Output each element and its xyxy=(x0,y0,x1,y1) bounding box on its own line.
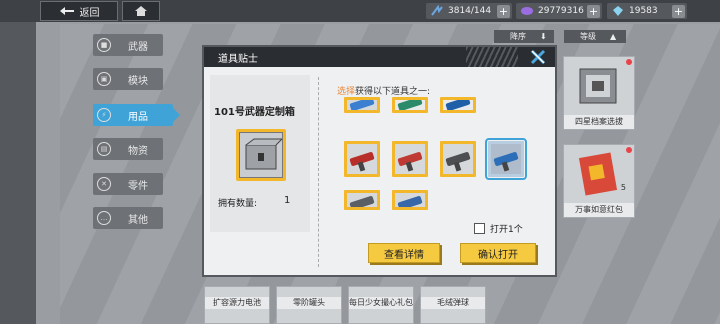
view-details-button[interactable]: 查看详情 xyxy=(368,243,440,263)
weapon-option-selected[interactable] xyxy=(485,138,527,180)
gun-icon xyxy=(397,195,423,207)
divider xyxy=(318,77,319,267)
other-icon: … xyxy=(97,211,111,225)
close-button[interactable] xyxy=(527,49,549,65)
confirm-open-label: 确认打开 xyxy=(478,249,518,261)
item-card-label: 四星档案选拔 xyxy=(564,115,634,129)
energy-value: 3814/144 xyxy=(448,6,492,16)
weapon-option[interactable] xyxy=(392,190,428,210)
weapon-box-icon xyxy=(236,129,286,181)
gun-grip xyxy=(405,161,414,172)
diamond-value: 19583 xyxy=(629,6,658,16)
instruction-highlight: 选择 xyxy=(337,87,356,97)
item-card-label: 万事如意红包 xyxy=(564,203,634,217)
owned-label: 拥有数量: xyxy=(218,199,258,209)
diamond-icon xyxy=(613,6,623,16)
nav-item-weapon[interactable]: ■ 武器 xyxy=(93,34,163,56)
module-icon: ▣ xyxy=(97,72,111,86)
gun-grip xyxy=(453,161,462,172)
weapon-option[interactable] xyxy=(440,97,476,113)
gun-icon xyxy=(349,195,375,207)
top-bar: 返回 3814/144 + 29779316 + 19583 + xyxy=(0,0,720,22)
home-icon xyxy=(135,6,147,16)
weapon-option[interactable] xyxy=(440,141,476,177)
resource-diamond: 19583 + xyxy=(607,3,687,19)
gem-value: 29779316 xyxy=(538,6,584,16)
item-count: 5 xyxy=(620,183,626,192)
confirm-open-button[interactable]: 确认打开 xyxy=(460,243,536,263)
back-label: 返回 xyxy=(79,7,100,19)
header-hatch xyxy=(466,47,518,67)
item-card-label: 零阶罐头 xyxy=(277,297,341,309)
weapon-option[interactable] xyxy=(344,141,380,177)
view-details-label: 查看详情 xyxy=(384,249,424,261)
package-icon xyxy=(579,68,617,104)
home-button[interactable] xyxy=(122,1,160,21)
nav-item-materials[interactable]: ▤ 物资 xyxy=(93,138,163,160)
supply-icon: ▤ xyxy=(97,142,111,156)
sort-order-button[interactable]: 降序 ⬇ xyxy=(494,30,554,43)
nav-label: 武器 xyxy=(128,41,148,53)
add-diamond-button[interactable]: + xyxy=(672,4,685,18)
open-one-checkbox[interactable] xyxy=(474,223,485,234)
gun-icon xyxy=(349,100,375,110)
add-energy-button[interactable]: + xyxy=(497,4,510,18)
new-badge xyxy=(626,59,632,65)
nav-item-supplies[interactable]: ⚡ 用品 xyxy=(93,104,180,126)
nav-item-other[interactable]: … 其他 xyxy=(93,207,163,229)
grade-icon: ▲ xyxy=(610,32,617,41)
weapon-option[interactable] xyxy=(392,141,428,177)
gun-icon xyxy=(397,100,423,110)
weapon-option[interactable] xyxy=(392,97,428,113)
sort-down-icon: ⬇ xyxy=(540,32,547,41)
energy-icon xyxy=(431,5,443,16)
weapon-icon: ■ xyxy=(97,38,111,52)
gun-icon xyxy=(445,100,471,110)
open-one-label: 打开1个 xyxy=(490,225,523,235)
item-card[interactable]: 毛绒弹球 xyxy=(420,286,486,324)
dialog-header: 道具贴士 xyxy=(204,47,555,67)
left-edge xyxy=(0,0,36,324)
add-gem-button[interactable]: + xyxy=(587,4,600,18)
owned-count: 1 xyxy=(284,195,291,206)
item-tips-dialog: 道具贴士 101号武器定制箱 拥有数量: 1 选择获得以下道具之一: 打开1个 … xyxy=(202,45,557,277)
instruction-text: 选择获得以下道具之一: xyxy=(337,84,430,97)
nav-label: 模块 xyxy=(128,75,148,87)
box-name: 101号武器定制箱 xyxy=(214,107,295,118)
instruction-rest: 获得以下道具之一: xyxy=(355,87,431,97)
item-card-label: 扩容源力电池 xyxy=(205,297,269,309)
nav-item-module[interactable]: ▣ 模块 xyxy=(93,68,163,90)
item-card[interactable]: 每日少女撮心礼包 xyxy=(348,286,414,324)
item-card-label: 毛绒弹球 xyxy=(421,297,485,309)
parts-icon: ✕ xyxy=(97,177,111,191)
gun-grip xyxy=(501,161,510,172)
sort-grade-label: 等级 xyxy=(580,32,596,41)
close-icon xyxy=(530,49,546,65)
nav-label: 零件 xyxy=(128,180,148,192)
resource-gem: 29779316 + xyxy=(516,3,602,19)
nav-label: 其他 xyxy=(128,214,148,226)
new-badge xyxy=(626,147,632,153)
back-arrow-icon xyxy=(59,7,74,15)
red-packet-icon xyxy=(578,152,618,196)
item-card[interactable]: 扩容源力电池 xyxy=(204,286,270,324)
back-button[interactable]: 返回 xyxy=(40,1,118,21)
nav-item-parts[interactable]: ✕ 零件 xyxy=(93,173,163,195)
sort-order-label: 降序 xyxy=(510,32,526,41)
item-card-label: 每日少女撮心礼包 xyxy=(349,297,413,309)
gem-icon xyxy=(521,7,533,15)
item-card[interactable]: 5 万事如意红包 xyxy=(563,144,635,218)
gun-grip xyxy=(357,161,366,172)
bolt-icon: ⚡ xyxy=(97,108,111,122)
resource-energy: 3814/144 + xyxy=(426,3,512,19)
dialog-title: 道具贴士 xyxy=(218,54,258,65)
item-card[interactable]: 零阶罐头 xyxy=(276,286,342,324)
nav-label: 用品 xyxy=(128,111,148,123)
nav-label: 物资 xyxy=(128,145,148,157)
weapon-option[interactable] xyxy=(344,190,380,210)
item-card[interactable]: 四星档案选拔 xyxy=(563,56,635,130)
sort-grade-button[interactable]: 等级 ▲ xyxy=(564,30,626,43)
weapon-option[interactable] xyxy=(344,97,380,113)
